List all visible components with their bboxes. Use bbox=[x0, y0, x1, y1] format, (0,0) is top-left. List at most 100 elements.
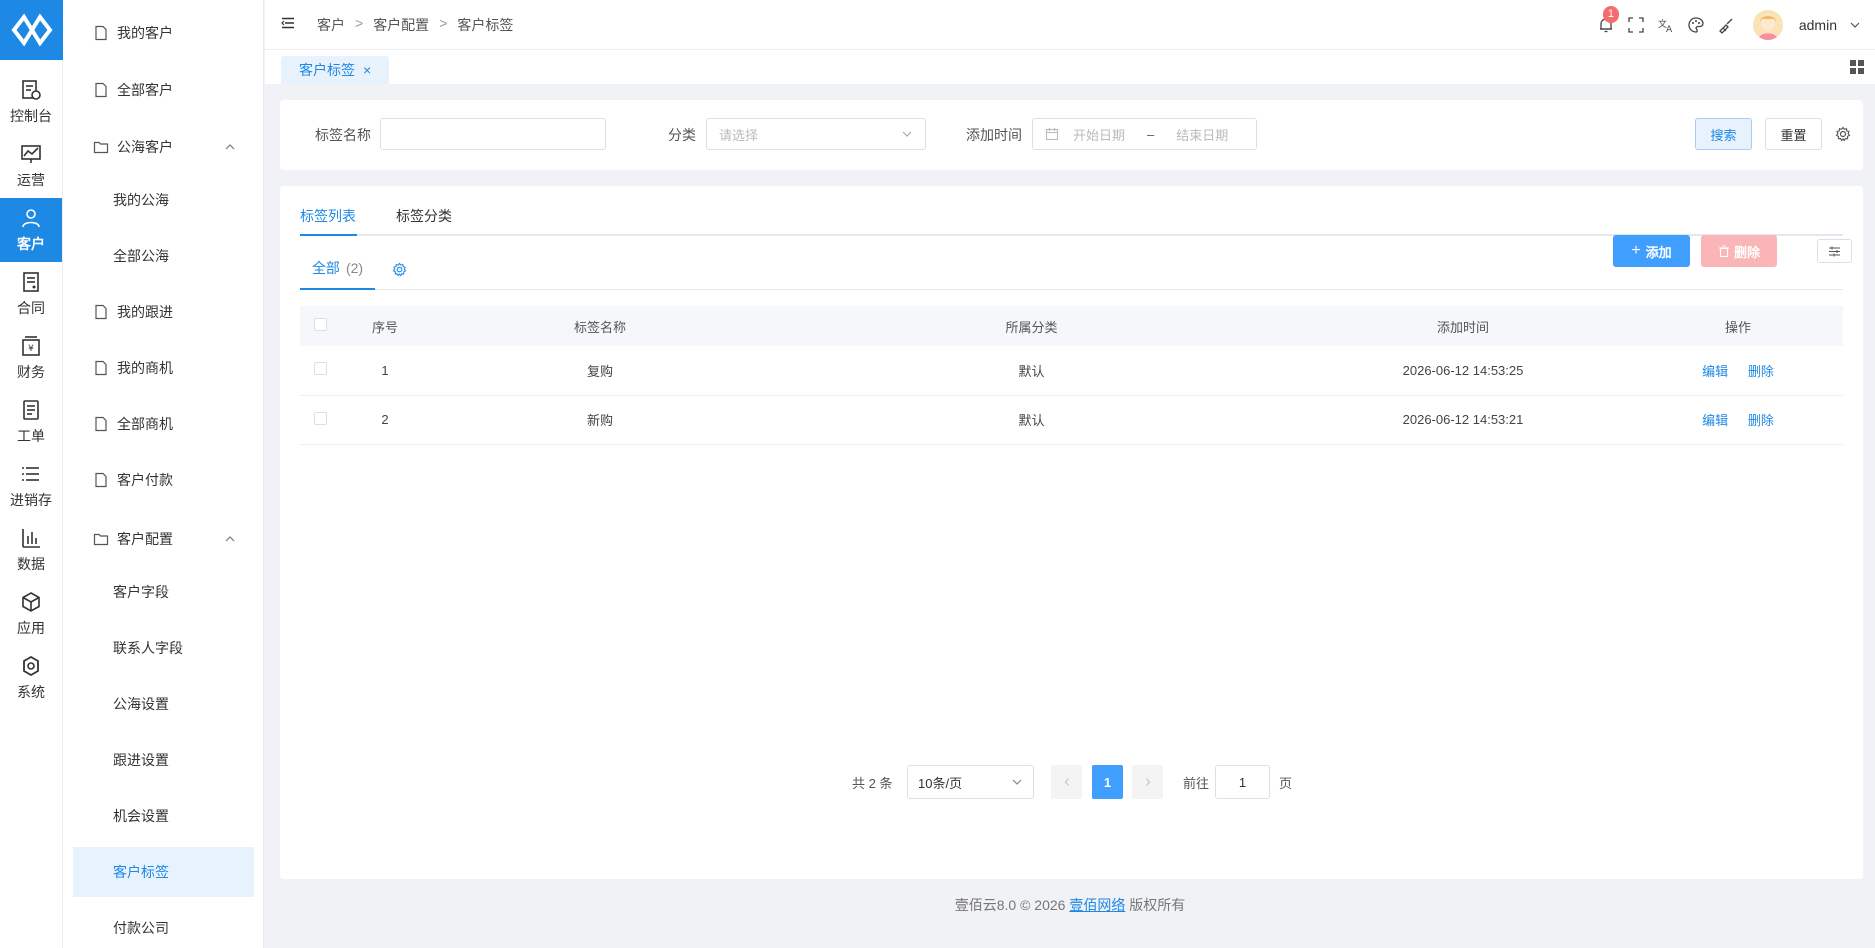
date-range-picker[interactable]: 开始日期 – 结束日期 bbox=[1032, 118, 1257, 150]
submenu-group-customer-config[interactable]: 客户配置 bbox=[63, 514, 263, 564]
prev-page-button[interactable] bbox=[1051, 765, 1082, 799]
page-icon bbox=[93, 416, 109, 432]
brush-icon bbox=[1718, 18, 1733, 34]
submenu-item-followup-settings[interactable]: 跟进设置 bbox=[63, 735, 263, 785]
theme-button[interactable] bbox=[1687, 16, 1705, 34]
breadcrumb-item[interactable]: 客户 bbox=[317, 15, 345, 35]
rail-item-dashboard[interactable]: 控制台 bbox=[0, 70, 62, 134]
rail-item-operations[interactable]: 运营 bbox=[0, 134, 62, 198]
submenu-item-contact-fields[interactable]: 联系人字段 bbox=[63, 623, 263, 673]
submenu-item-label: 全部客户 bbox=[117, 82, 173, 98]
add-button-label: 添加 bbox=[1645, 244, 1672, 260]
footer: 壹佰云8.0 © 2026 壹佰网络 版权所有 bbox=[265, 895, 1875, 915]
logo-icon bbox=[10, 13, 53, 47]
gear-icon[interactable] bbox=[1835, 126, 1851, 142]
rail-label: 数据 bbox=[17, 556, 45, 572]
reset-button[interactable]: 重置 bbox=[1765, 118, 1822, 150]
translate-icon: 文A bbox=[1658, 18, 1673, 34]
submenu-item-label: 公海设置 bbox=[113, 696, 169, 712]
submenu-item-opportunity-settings[interactable]: 机会设置 bbox=[63, 791, 263, 841]
fullscreen-button[interactable] bbox=[1627, 16, 1645, 34]
submenu-item-customer-tags[interactable]: 客户标签 bbox=[73, 847, 254, 897]
search-button[interactable]: 搜索 bbox=[1695, 118, 1752, 150]
gear-icon[interactable] bbox=[392, 262, 407, 277]
submenu-item-customer-payments[interactable]: 客户付款 bbox=[63, 455, 263, 505]
close-icon[interactable]: × bbox=[363, 62, 371, 78]
next-page-button[interactable] bbox=[1132, 765, 1163, 799]
content-tabs: 标签列表 标签分类 bbox=[300, 186, 1843, 236]
tag-name-input[interactable] bbox=[380, 118, 606, 150]
pagination: 共 2 条 10条/页 1 前往 1 页 bbox=[280, 765, 1863, 799]
user-avatar[interactable] bbox=[1752, 10, 1783, 40]
submenu-item-all-opportunities[interactable]: 全部商机 bbox=[63, 399, 263, 449]
range-separator: – bbox=[1147, 126, 1155, 142]
page-tabs: 客户标签 × bbox=[265, 50, 1875, 84]
breadcrumb: 客户 > 客户配置 > 客户标签 bbox=[317, 15, 513, 35]
column-header: 添加时间 bbox=[1293, 306, 1633, 346]
category-select[interactable]: 请选择 bbox=[706, 118, 926, 150]
submenu-item-all-customers[interactable]: 全部客户 bbox=[63, 65, 263, 115]
submenu-item-customer-fields[interactable]: 客户字段 bbox=[63, 567, 263, 617]
clean-cache-button[interactable] bbox=[1717, 16, 1735, 34]
grid-icon[interactable] bbox=[1849, 59, 1865, 75]
select-all-checkbox[interactable] bbox=[313, 318, 327, 331]
username[interactable]: admin bbox=[1799, 17, 1837, 33]
rail-item-contract[interactable]: 合同 bbox=[0, 262, 62, 326]
added-time-cell: 2026-06-12 14:53:25 bbox=[1293, 346, 1633, 396]
submenu-item-label: 付款公司 bbox=[113, 920, 169, 936]
add-button[interactable]: + 添加 bbox=[1613, 235, 1690, 267]
submenu-item-my-opportunities[interactable]: 我的商机 bbox=[63, 343, 263, 393]
language-button[interactable]: 文A bbox=[1657, 16, 1675, 34]
rail-item-inventory[interactable]: 进销存 bbox=[0, 454, 62, 518]
footer-company-link[interactable]: 壹佰网络 bbox=[1069, 897, 1125, 913]
page-number-current[interactable]: 1 bbox=[1092, 765, 1123, 799]
rail-item-apps[interactable]: 应用 bbox=[0, 582, 62, 646]
edit-link[interactable]: 编辑 bbox=[1702, 413, 1728, 428]
goto-page-input[interactable]: 1 bbox=[1215, 765, 1270, 799]
customer-submenu: 我的客户 全部客户 公海客户 我的公海 全部公海 我的跟进 我的商机 全部商机 … bbox=[63, 0, 264, 948]
edit-link[interactable]: 编辑 bbox=[1702, 364, 1728, 379]
submenu-item-my-customers[interactable]: 我的客户 bbox=[63, 8, 263, 58]
column-settings-button[interactable] bbox=[1817, 239, 1852, 263]
chevron-down-icon bbox=[902, 131, 912, 137]
submenu-item-my-pool[interactable]: 我的公海 bbox=[63, 175, 263, 225]
page-tab-customer-tags[interactable]: 客户标签 × bbox=[281, 56, 390, 84]
row-checkbox[interactable] bbox=[313, 411, 327, 425]
footer-copyright: 壹佰云8.0 © 2026 bbox=[954, 897, 1066, 913]
submenu-item-my-followups[interactable]: 我的跟进 bbox=[63, 287, 263, 337]
row-checkbox[interactable] bbox=[313, 362, 327, 376]
column-header: 所属分类 bbox=[770, 306, 1293, 346]
breadcrumb-item[interactable]: 客户配置 bbox=[373, 15, 429, 35]
menu-toggle-icon[interactable] bbox=[280, 15, 296, 31]
delete-button[interactable]: 删除 bbox=[1701, 235, 1777, 267]
category-label: 分类 bbox=[668, 127, 696, 143]
finance-icon: ¥ bbox=[22, 336, 40, 356]
delete-link[interactable]: 删除 bbox=[1748, 413, 1774, 428]
rail-item-customer[interactable]: 客户 bbox=[0, 198, 62, 262]
delete-link[interactable]: 删除 bbox=[1748, 364, 1774, 379]
rail-item-ticket[interactable]: 工单 bbox=[0, 390, 62, 454]
submenu-item-label: 机会设置 bbox=[113, 808, 169, 824]
submenu-item-payment-companies[interactable]: 付款公司 bbox=[63, 903, 263, 948]
tag-name-cell: 新购 bbox=[430, 395, 770, 445]
rail-item-system[interactable]: 系统 bbox=[0, 646, 62, 710]
chevron-down-icon[interactable] bbox=[1849, 19, 1861, 31]
tab-tag-list[interactable]: 标签列表 bbox=[300, 206, 356, 226]
submenu-group-public-pool[interactable]: 公海客户 bbox=[63, 122, 263, 172]
rail-label: 进销存 bbox=[10, 492, 52, 508]
svg-text:¥: ¥ bbox=[28, 344, 34, 354]
brand-logo[interactable] bbox=[0, 0, 63, 60]
rail-item-data[interactable]: 数据 bbox=[0, 518, 62, 582]
segment-label: 全部 bbox=[311, 260, 340, 276]
rail-item-finance[interactable]: ¥ 财务 bbox=[0, 326, 62, 390]
chevron-left-icon bbox=[1064, 778, 1069, 786]
submenu-item-pool-settings[interactable]: 公海设置 bbox=[63, 679, 263, 729]
trash-icon bbox=[1718, 245, 1729, 257]
table-row: 1 复购 默认 2026-06-12 14:53:25 编辑 删除 bbox=[300, 346, 1843, 396]
submenu-item-all-pool[interactable]: 全部公海 bbox=[63, 231, 263, 281]
notification-button[interactable]: 1 bbox=[1597, 6, 1619, 34]
top-bar: 客户 > 客户配置 > 客户标签 1 文A admin bbox=[265, 0, 1875, 50]
segment-all[interactable]: 全部 (2) bbox=[300, 248, 375, 290]
page-size-select[interactable]: 10条/页 bbox=[907, 765, 1034, 799]
tab-tag-categories[interactable]: 标签分类 bbox=[396, 206, 452, 226]
